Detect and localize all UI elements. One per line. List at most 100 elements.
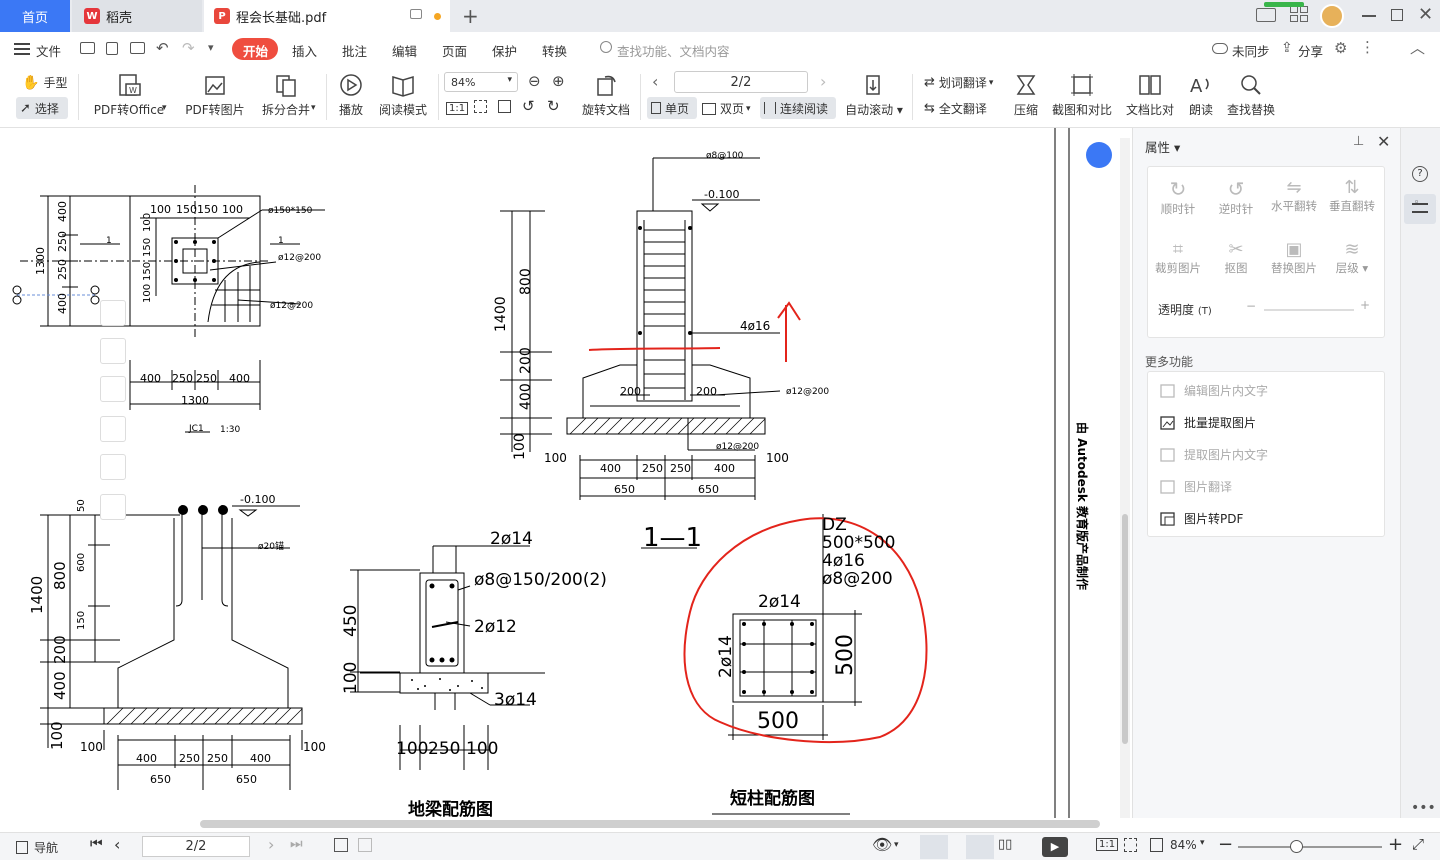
back-view-icon[interactable] — [334, 838, 348, 852]
image-translate-item[interactable]: 图片翻译 — [1160, 478, 1232, 495]
menu-protect[interactable]: 保护 — [492, 41, 517, 60]
sync-status[interactable]: 未同步 — [1232, 41, 1270, 60]
doc-compare-button[interactable]: 文档比对 — [1122, 72, 1178, 118]
rotate-right-icon[interactable]: ↻ — [547, 97, 560, 115]
play-slideshow-icon[interactable]: ▶ — [1042, 837, 1068, 857]
replace-image-button[interactable]: ▣ 替换图片 — [1266, 239, 1322, 276]
fit-width-icon[interactable] — [1150, 838, 1163, 852]
play-button[interactable]: 播放 — [334, 72, 368, 118]
next-page-icon[interactable]: › — [268, 835, 274, 854]
help-icon[interactable]: ? — [1412, 166, 1428, 182]
word-translate-button[interactable]: ⇄ 划词翻译 ▾ — [924, 74, 993, 91]
avatar[interactable] — [1320, 4, 1344, 28]
more-icon[interactable]: ⋮ — [1360, 38, 1375, 56]
window-layout-icon[interactable] — [1256, 8, 1276, 22]
translate-image-icon[interactable] — [100, 416, 126, 442]
pdf-to-office-button[interactable]: W PDF转Office — [90, 72, 168, 118]
fit-page-icon[interactable] — [474, 100, 487, 113]
menu-comment[interactable]: 批注 — [342, 41, 367, 60]
table-extract-icon[interactable] — [100, 454, 126, 480]
single-view-toggle[interactable] — [966, 835, 994, 859]
zoom-select[interactable]: 84% ▾ — [444, 72, 518, 92]
batch-extract-item[interactable]: 批量提取图片 — [1160, 414, 1256, 431]
menu-edit[interactable]: 编辑 — [392, 41, 417, 60]
monitor-icon[interactable] — [410, 9, 422, 19]
zoom-slider[interactable] — [1238, 846, 1382, 848]
layer-button[interactable]: ≋ 层级 ▾ — [1324, 239, 1380, 276]
minimize-icon[interactable] — [1362, 15, 1376, 17]
extract-text-item[interactable]: 提取图片内文字 — [1160, 446, 1268, 463]
crop-image-button[interactable]: ⌗ 裁剪图片 — [1150, 239, 1206, 276]
float-action-icon[interactable] — [1086, 142, 1112, 168]
flip-h-button[interactable]: ⇋ 水平翻转 — [1266, 177, 1322, 214]
save-icon[interactable] — [106, 42, 118, 55]
compress-button[interactable]: 压缩 — [1008, 72, 1044, 118]
settings-icon[interactable]: ⚙ — [1334, 39, 1347, 57]
pdf-to-image-button[interactable]: PDF转图片 — [184, 72, 246, 118]
menu-file[interactable]: 文件 — [36, 41, 61, 60]
split-merge-button[interactable]: 拆分合并 — [258, 72, 314, 118]
open-icon[interactable] — [80, 42, 95, 54]
forward-view-icon[interactable] — [358, 838, 372, 852]
image-to-pdf-item[interactable]: 图片转PDF — [1160, 510, 1243, 527]
actual-size-icon[interactable]: 1:1 — [1096, 838, 1119, 851]
more-dots-icon[interactable]: ••• — [1411, 800, 1436, 816]
cutout-button[interactable]: ✂ 抠图 — [1208, 239, 1264, 276]
rotate-doc-button[interactable]: 旋转文档 — [580, 72, 632, 118]
document-canvas[interactable]: 100 150 150 100 ø150*150 1 1 ø12@200 ø12… — [0, 128, 1132, 818]
chevron-down-icon[interactable]: ▾ — [208, 41, 214, 54]
single-page-button[interactable]: 单页 — [647, 97, 697, 119]
restore-icon[interactable] — [1391, 9, 1403, 21]
hand-tool[interactable]: ✋ 手型 — [22, 74, 67, 91]
opacity-slider[interactable] — [1264, 309, 1354, 311]
menu-page[interactable]: 页面 — [442, 41, 467, 60]
status-page-input[interactable]: 2/2 — [142, 836, 250, 857]
status-zoom-value[interactable]: 84% — [1170, 838, 1197, 852]
autoscroll-button[interactable]: 自动滚动 ▾ — [844, 72, 904, 118]
minus-icon[interactable]: − — [1246, 299, 1256, 313]
prev-page-icon[interactable]: ‹ — [114, 835, 120, 854]
screenshot-compare-button[interactable]: 截图和对比 — [1050, 72, 1114, 118]
print-icon[interactable] — [130, 42, 145, 54]
collapse-ribbon-icon[interactable]: ︿ — [1410, 37, 1425, 58]
double-view-icon[interactable]: ▯▯ — [998, 837, 1012, 852]
redo-icon[interactable]: ↷ — [182, 39, 195, 57]
double-page-button[interactable]: 双页 ▾ — [702, 97, 751, 117]
zoom-in-icon[interactable]: + — [1388, 834, 1403, 855]
menu-convert[interactable]: 转换 — [542, 41, 567, 60]
menu-insert[interactable]: 插入 — [292, 41, 317, 60]
continuous-read-button[interactable]: 连续阅读 — [760, 97, 836, 119]
last-page-icon[interactable]: ⏭ — [290, 836, 303, 852]
read-mode-button[interactable]: 阅读模式 — [376, 72, 430, 118]
first-page-icon[interactable]: ⏮ — [90, 836, 103, 852]
crop-icon[interactable] — [100, 376, 126, 402]
eye-icon[interactable]: 👁 — [872, 835, 892, 854]
zoom-out-icon[interactable]: − — [1218, 834, 1233, 855]
fit-page-icon[interactable] — [1124, 838, 1137, 852]
close-panel-icon[interactable]: ✕ — [1377, 132, 1390, 151]
continuous-view-toggle[interactable] — [920, 835, 948, 859]
prev-page-icon[interactable]: ‹ — [652, 72, 658, 91]
share-button[interactable]: 分享 — [1298, 41, 1323, 60]
horizontal-scrollbar[interactable] — [200, 820, 1100, 828]
find-replace-button[interactable]: 查找替换 — [1224, 72, 1278, 118]
read-aloud-button[interactable]: A 朗读 — [1184, 72, 1218, 118]
hamburger-icon[interactable] — [14, 43, 30, 55]
next-page-icon[interactable]: › — [820, 72, 826, 91]
new-tab-icon[interactable]: + — [462, 4, 479, 28]
plus-icon[interactable]: + — [1360, 298, 1370, 312]
close-icon[interactable]: ✕ — [1418, 4, 1433, 25]
eraser-icon[interactable] — [100, 494, 126, 520]
properties-toggle[interactable]: ◦ — [1404, 194, 1436, 224]
rotate-left-icon[interactable]: ↺ — [522, 97, 535, 115]
search-input[interactable]: 查找功能、文档内容 — [617, 41, 730, 60]
pin-icon[interactable]: ⊥ — [1353, 134, 1364, 149]
zoom-slider-thumb[interactable] — [1290, 840, 1303, 853]
image-tool-icon[interactable] — [100, 300, 126, 326]
fit-width-icon[interactable] — [498, 100, 511, 113]
full-translate-button[interactable]: ⇆ 全文翻译 — [924, 100, 987, 117]
flip-v-button[interactable]: ⇅ 垂直翻转 — [1324, 177, 1380, 214]
rotate-ccw-button[interactable]: ↺ 逆时针 — [1208, 177, 1264, 217]
fullscreen-icon[interactable]: ⤢ — [1412, 835, 1424, 853]
select-tool[interactable]: ➚ 选择 — [16, 97, 68, 119]
